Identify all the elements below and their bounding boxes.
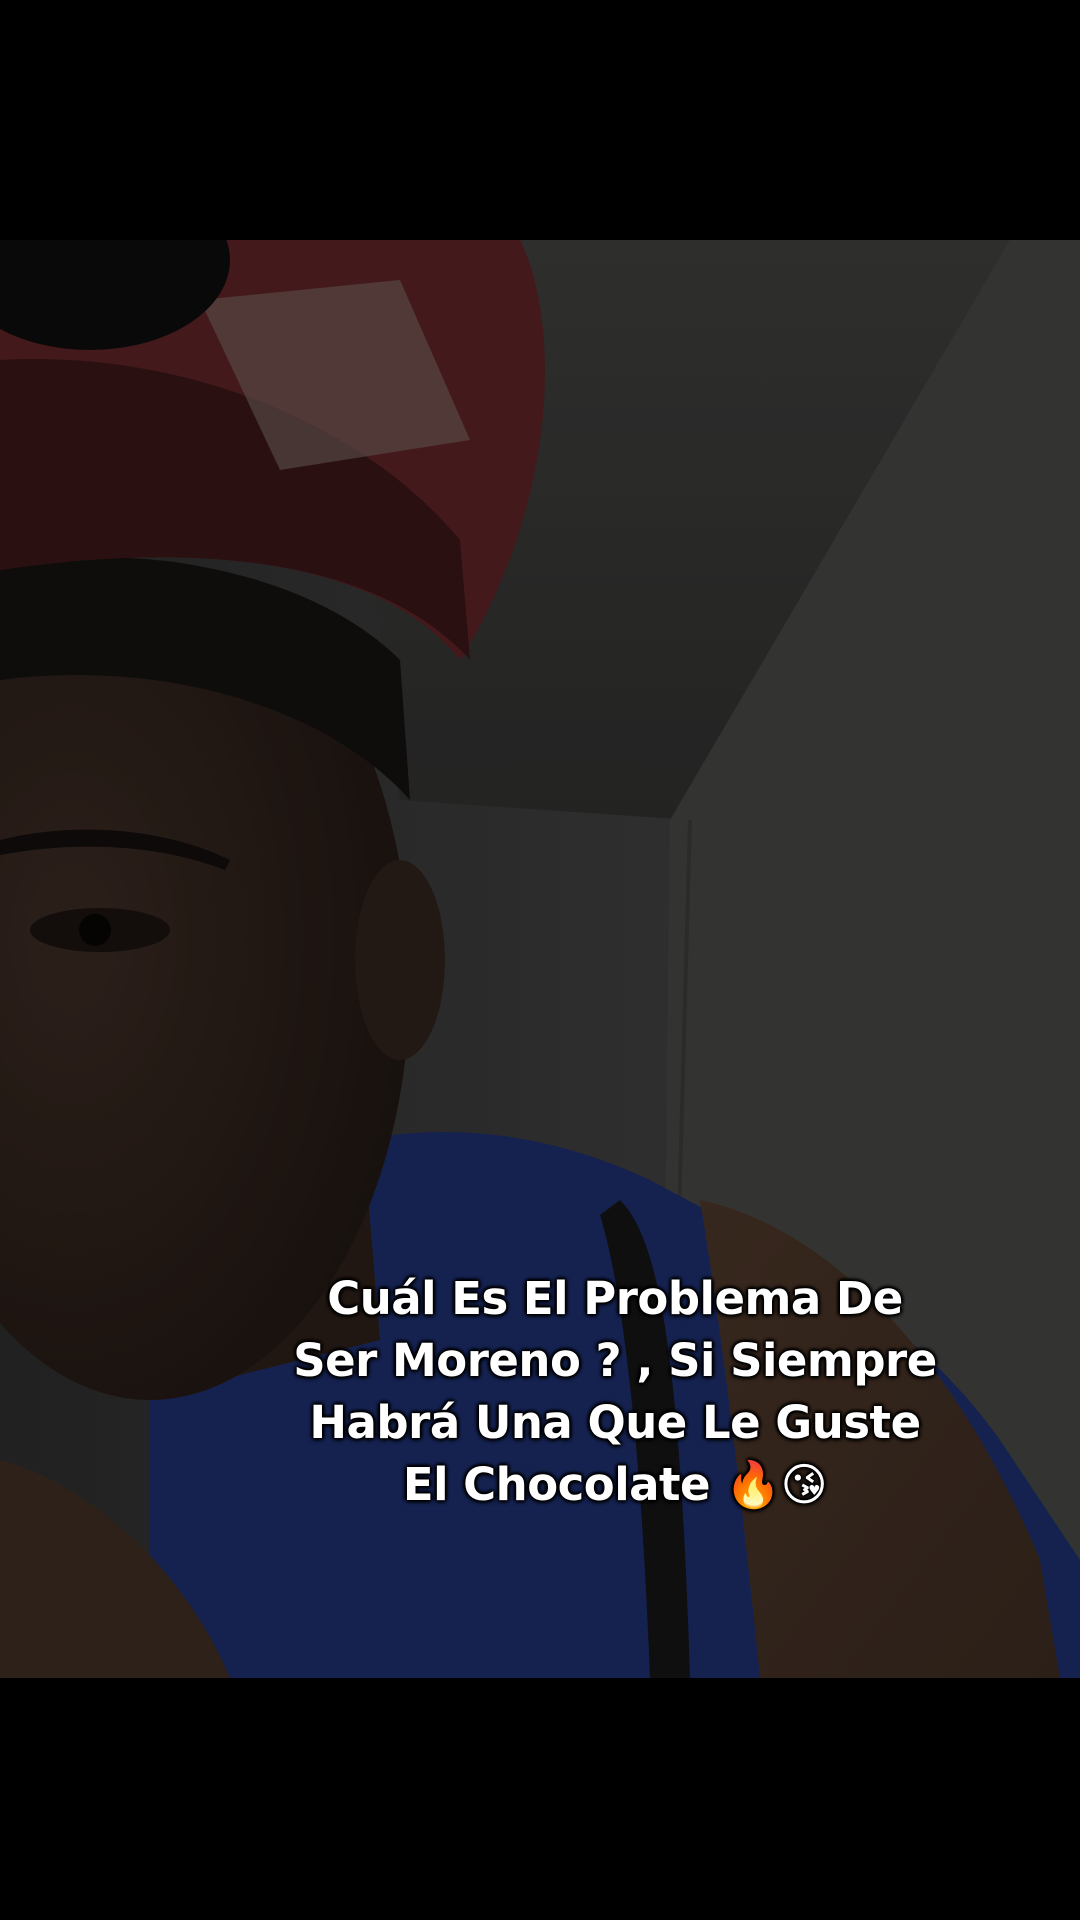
letterbox-top	[0, 0, 1080, 240]
caption-line-3: Habrá Una Que Le Guste	[309, 1396, 921, 1449]
caption-overlay: Cuál Es El Problema De Ser Moreno ? , Si…	[250, 1268, 980, 1516]
caption-line-4: El Chocolate 🔥😘	[402, 1458, 828, 1511]
caption-line-2: Ser Moreno ? , Si Siempre	[293, 1334, 937, 1387]
letterbox-bottom	[0, 1678, 1080, 1920]
caption-line-1: Cuál Es El Problema De	[327, 1272, 903, 1325]
